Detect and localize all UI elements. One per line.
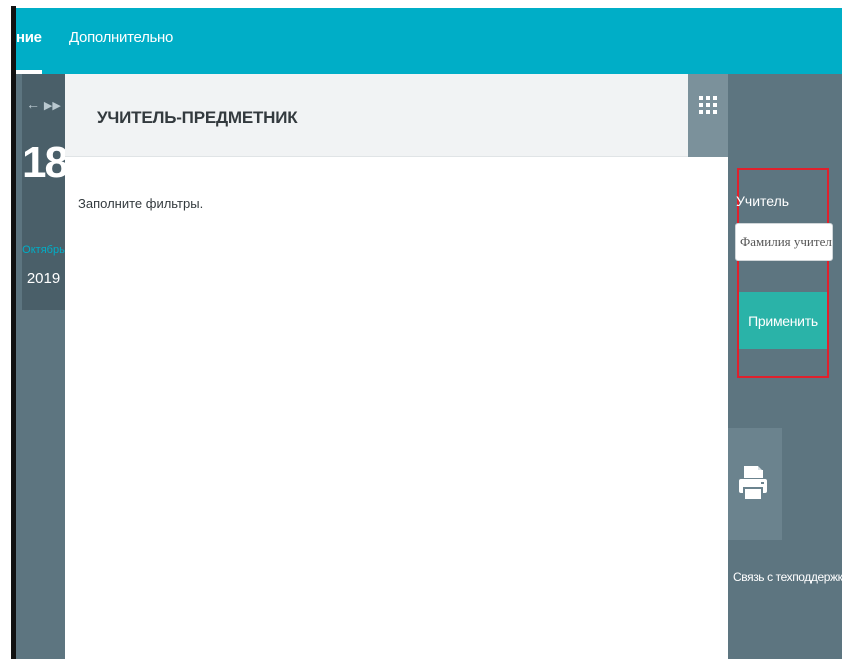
tab-additional[interactable]: Дополнительно bbox=[69, 8, 173, 74]
teacher-name-input[interactable] bbox=[735, 223, 833, 261]
grid-menu-button[interactable] bbox=[688, 74, 728, 157]
fill-filters-hint: Заполните фильтры. bbox=[78, 196, 204, 211]
grid-icon bbox=[699, 96, 717, 114]
tech-support-link[interactable]: Связь с техподдержкой bbox=[733, 570, 842, 584]
apply-button[interactable]: Применить bbox=[739, 292, 827, 349]
date-month: Октябрь bbox=[22, 244, 65, 256]
printer-icon bbox=[739, 466, 767, 500]
top-edge bbox=[11, 0, 842, 8]
app-window: ние Дополнительно ← ▶▶ 18 Октябрь 2019 У… bbox=[0, 0, 842, 659]
date-day: 18 bbox=[22, 138, 69, 187]
main-content bbox=[65, 74, 728, 659]
tab-main[interactable]: ние bbox=[16, 8, 42, 74]
fast-forward-icon[interactable]: ▶▶ bbox=[44, 100, 61, 112]
date-year: 2019 bbox=[26, 270, 61, 287]
top-nav-bar: ние Дополнительно bbox=[16, 8, 842, 74]
date-nav[interactable]: ← ▶▶ bbox=[26, 96, 61, 112]
teacher-filter-label: Учитель bbox=[736, 193, 790, 209]
page-title: УЧИТЕЛЬ-ПРЕДМЕТНИК bbox=[97, 108, 298, 127]
arrow-left-icon[interactable]: ← bbox=[26, 96, 40, 112]
